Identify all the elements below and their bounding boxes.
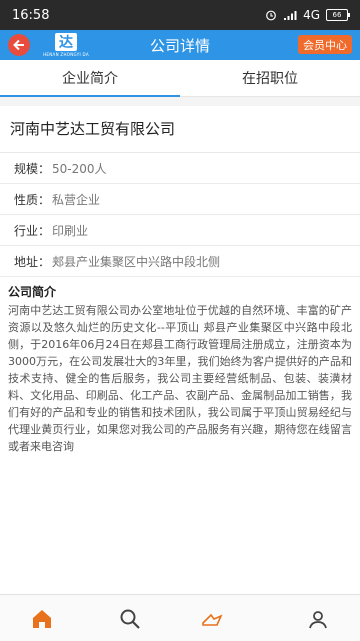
field-label: 行业： [14,223,51,238]
tab-company-intro[interactable]: 企业简介 [0,60,180,97]
intro-heading: 公司简介 [8,285,57,299]
nav-messages[interactable] [200,607,224,631]
back-button[interactable] [8,34,30,56]
field-value: 私营企业 [52,192,101,207]
battery-icon: 66 [326,9,350,21]
field-value: 郏县产业集聚区中兴路中段北侧 [52,254,221,269]
search-icon [120,609,140,629]
network-label: 4G [303,8,320,22]
tab-bar: 企业简介 在招职位 [0,60,360,97]
company-name: 河南中艺达工贸有限公司 [10,120,176,138]
nav-home[interactable] [30,607,54,631]
intro-body: 河南中艺达工贸有限公司办公室地址位于优越的自然环境、丰富的矿产资源以及悠久灿烂的… [8,304,352,453]
field-label: 地址： [14,254,51,269]
status-bar: 16:58 4G 66 [0,0,360,30]
field-scale: 规模： 50-200人 [0,153,360,184]
status-indicators: 4G 66 [265,8,350,22]
company-detail-panel: 河南中艺达工贸有限公司 规模： 50-200人 性质： 私营企业 行业： 印刷业… [0,106,360,594]
field-label: 规模： [14,161,51,176]
field-value: 印刷业 [52,223,89,238]
field-industry: 行业： 印刷业 [0,215,360,246]
nav-profile[interactable] [306,607,330,631]
profile-icon [309,611,327,629]
status-time: 16:58 [12,7,50,23]
alarm-icon [266,10,276,21]
home-icon [33,610,51,628]
message-icon [202,613,223,626]
arrow-left-icon [13,39,24,51]
logo-subtitle: HENAN ZHONGYI DA [43,52,89,57]
field-address: 地址： 郏县产业集聚区中兴路中段北侧 [0,246,360,277]
member-center-button[interactable]: 会员中心 [298,35,352,54]
company-logo: 达 HENAN ZHONGYI DA [36,32,96,58]
app-header: 公司详情 达 HENAN ZHONGYI DA 会员中心 [0,30,360,60]
field-label: 性质： [14,192,51,207]
tab-job-openings[interactable]: 在招职位 [180,60,360,96]
field-nature: 性质： 私营企业 [0,184,360,215]
bottom-nav [0,594,360,641]
signal-icon [284,10,297,20]
nav-search[interactable] [118,607,142,631]
logo-mark: 达 [55,33,77,51]
field-value: 50-200人 [52,161,107,176]
